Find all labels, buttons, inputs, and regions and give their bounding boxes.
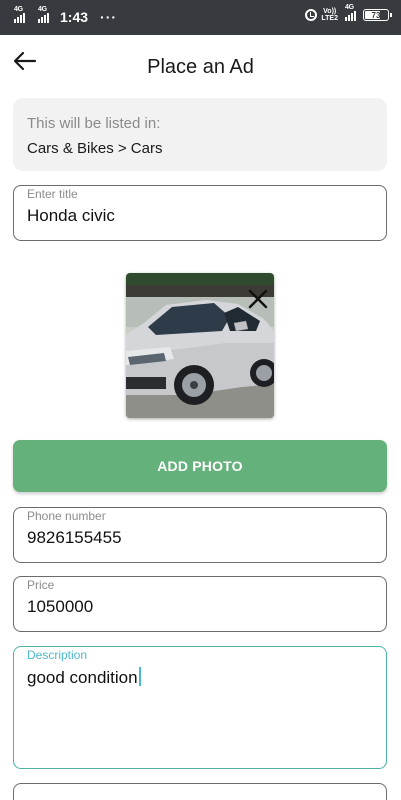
battery-icon: 73	[363, 9, 392, 21]
description-label: Description	[27, 648, 88, 662]
category-path: Cars & Bikes > Cars	[27, 140, 163, 157]
description-value[interactable]: good condition	[27, 667, 141, 688]
car-photo[interactable]	[126, 273, 274, 418]
volte-label: Vo))	[323, 8, 337, 15]
category-caption: This will be listed in:	[27, 115, 161, 132]
price-label: Price	[27, 578, 55, 592]
text-cursor	[138, 667, 141, 686]
phone-number-value[interactable]: 9826155455	[27, 528, 122, 548]
network-type-label: 4G	[345, 4, 354, 11]
network-type-label: 4G	[14, 6, 23, 13]
status-time: 1:43	[60, 9, 89, 25]
description-field[interactable]: Description good condition	[13, 646, 387, 769]
volte-indicator: Vo)) LTE2	[321, 8, 338, 22]
alarm-icon	[305, 9, 318, 21]
lte-label: LTE2	[321, 15, 338, 22]
status-bar: 4G 4G 1:43 ··· Vo)) LTE2 4G 73	[0, 0, 401, 35]
page-title: Place an Ad	[147, 56, 254, 78]
title-field-label: Enter title	[27, 187, 78, 201]
next-field[interactable]	[13, 783, 387, 800]
price-field[interactable]: Price 1050000	[13, 576, 387, 632]
more-notifications-icon: ···	[100, 9, 118, 25]
add-photo-button[interactable]: ADD PHOTO	[13, 440, 387, 492]
category-info-box: This will be listed in: Cars & Bikes > C…	[13, 98, 387, 171]
signal-icon: 4G	[38, 6, 52, 23]
status-bar-left: 4G 4G 1:43 ···	[14, 6, 118, 25]
battery-percent: 73	[371, 10, 381, 20]
price-value[interactable]: 1050000	[27, 597, 93, 617]
signal-icon: 4G	[14, 6, 28, 23]
title-field[interactable]: Enter title Honda civic	[13, 185, 387, 241]
phone-number-label: Phone number	[27, 509, 106, 523]
phone-number-field[interactable]: Phone number 9826155455	[13, 507, 387, 563]
close-icon[interactable]	[246, 287, 270, 311]
description-text: good condition	[27, 668, 138, 687]
status-bar-right: Vo)) LTE2 4G 73	[305, 4, 392, 22]
network-type-label: 4G	[38, 6, 47, 13]
title-field-value[interactable]: Honda civic	[27, 206, 115, 226]
signal-icon: 4G	[345, 4, 359, 21]
